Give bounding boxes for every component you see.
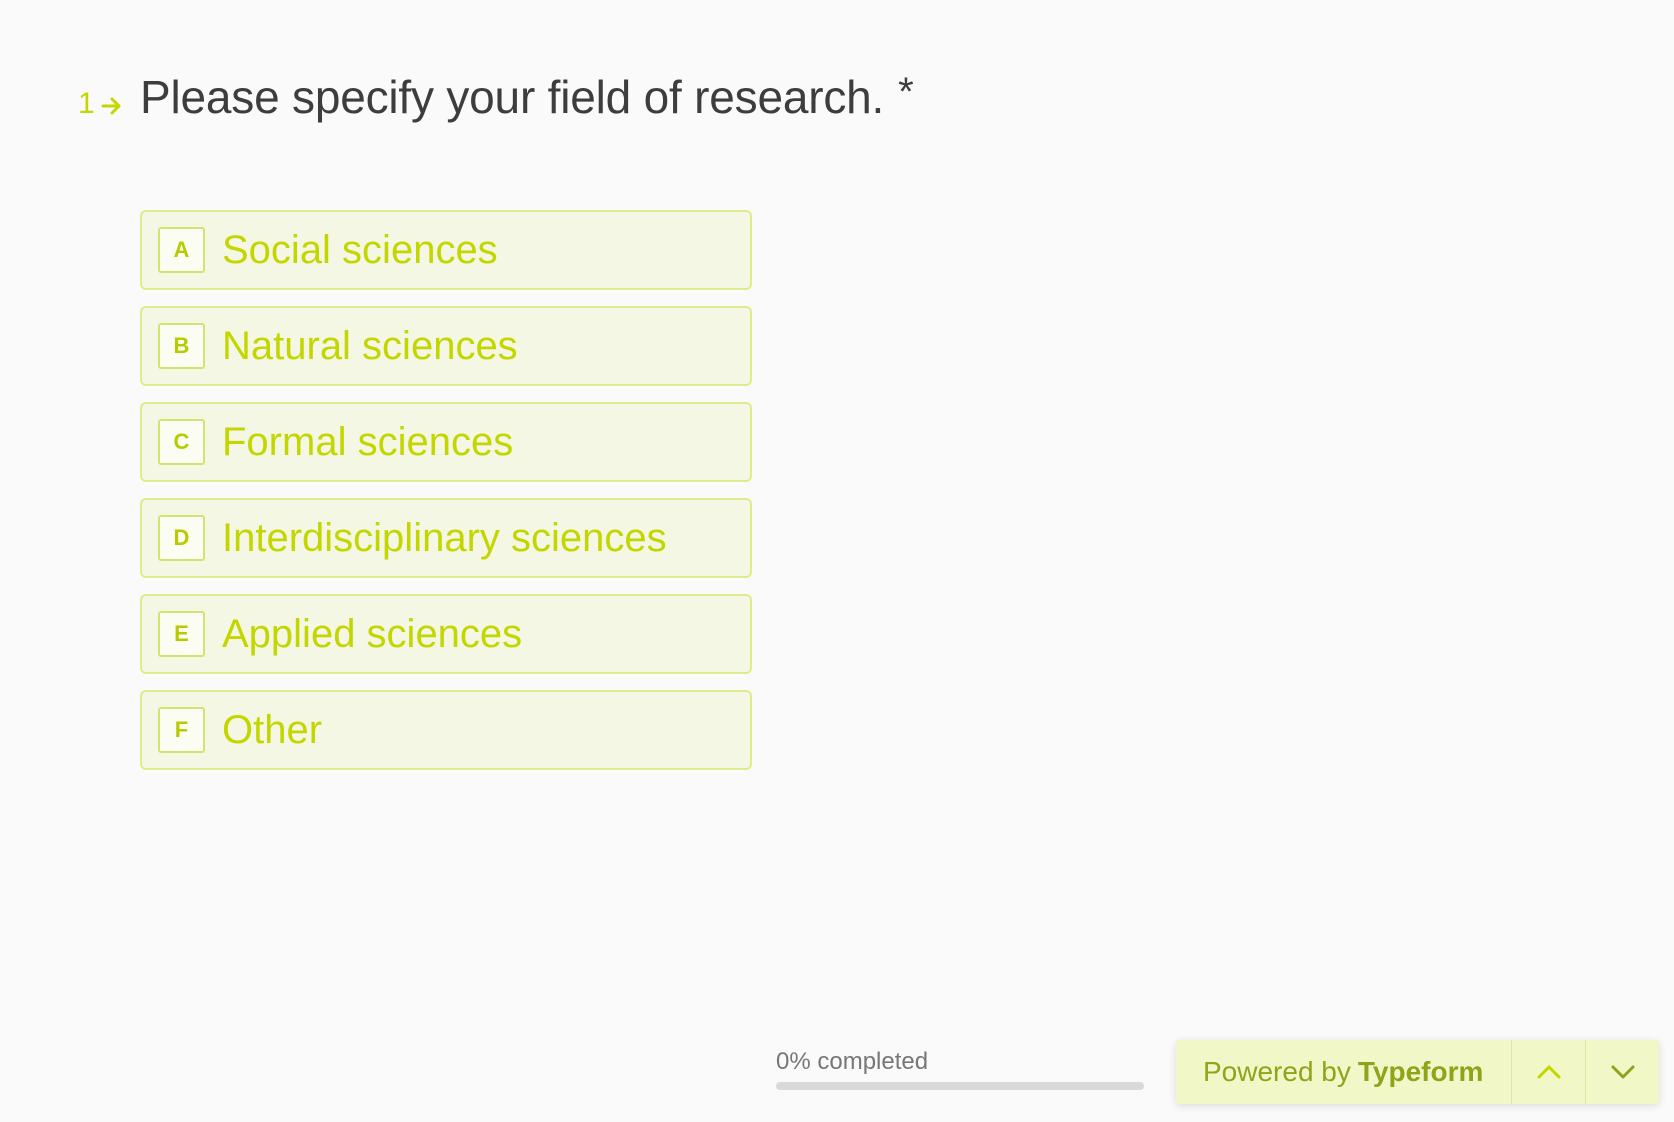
- choice-option-a[interactable]: A Social sciences: [140, 210, 752, 290]
- chevron-up-icon: [1537, 1065, 1561, 1079]
- choice-option-f[interactable]: F Other: [140, 690, 752, 770]
- choice-option-d[interactable]: D Interdisciplinary sciences: [140, 498, 752, 578]
- question-header: 1 Please specify your field of research.…: [78, 70, 914, 124]
- progress-label: 0% completed: [776, 1048, 929, 1075]
- question-number: 1: [78, 87, 140, 121]
- choice-label: Formal sciences: [222, 419, 514, 464]
- choice-key: A: [158, 227, 205, 273]
- question-number-text: 1: [78, 87, 95, 120]
- typeform-page: 1 Please specify your field of research.…: [0, 0, 1674, 1122]
- choice-label: Social sciences: [222, 227, 498, 272]
- choice-key: E: [158, 611, 205, 657]
- chevron-down-icon: [1611, 1065, 1635, 1079]
- progress-indicator: 0% completed: [776, 1048, 1144, 1090]
- brand-name: Typeform: [1357, 1056, 1484, 1087]
- choice-option-b[interactable]: B Natural sciences: [140, 306, 752, 386]
- choice-label: Natural sciences: [222, 323, 518, 368]
- choice-key: D: [158, 515, 205, 561]
- powered-by-typeform-link[interactable]: Powered by Typeform: [1176, 1040, 1511, 1104]
- next-question-button[interactable]: [1585, 1040, 1659, 1104]
- required-marker: *: [898, 70, 914, 114]
- footer-bar: Powered by Typeform: [1176, 1040, 1660, 1104]
- choice-option-e[interactable]: E Applied sciences: [140, 594, 752, 674]
- arrow-right-icon: [101, 97, 121, 115]
- powered-by-text: Powered by: [1203, 1056, 1351, 1087]
- question-title: Please specify your field of research.: [140, 71, 885, 123]
- choice-label: Other: [222, 707, 323, 752]
- choice-option-c[interactable]: C Formal sciences: [140, 402, 752, 482]
- choice-list: A Social sciences B Natural sciences C F…: [140, 210, 752, 786]
- choice-label: Interdisciplinary sciences: [222, 515, 667, 560]
- choice-key: F: [158, 707, 205, 753]
- previous-question-button[interactable]: [1511, 1040, 1585, 1104]
- choice-label: Applied sciences: [222, 611, 523, 656]
- choice-key: B: [158, 323, 205, 369]
- progress-bar: [776, 1082, 1144, 1090]
- choice-key: C: [158, 419, 205, 465]
